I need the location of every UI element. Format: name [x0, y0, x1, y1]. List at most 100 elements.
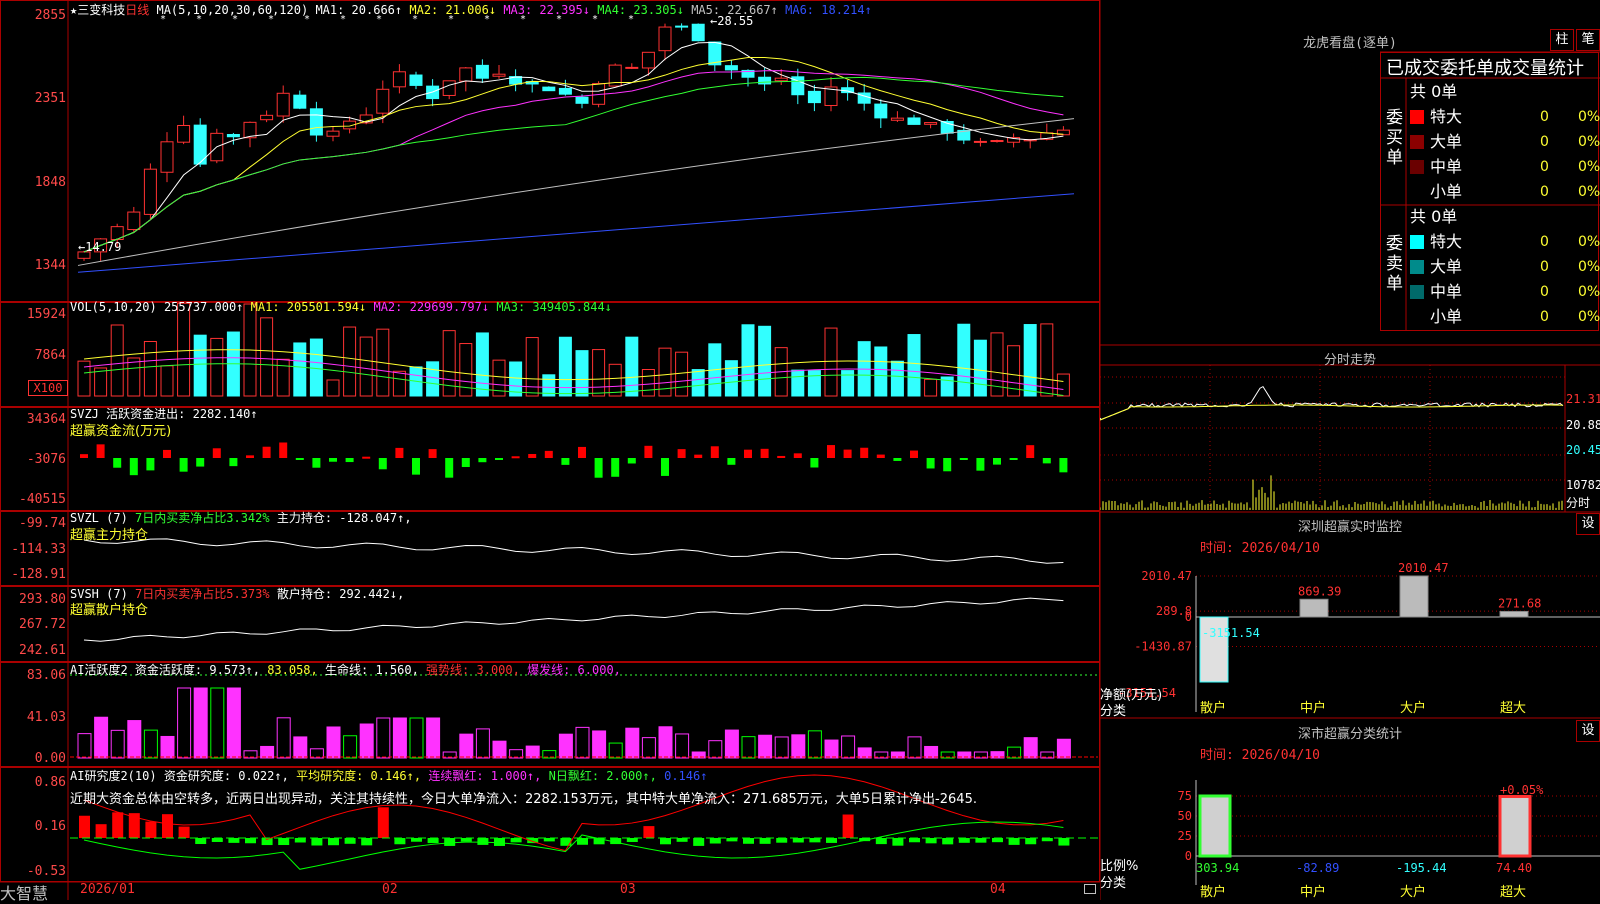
lock-icon[interactable]: [1084, 884, 1096, 894]
sz-stats-title: 深市超赢分类统计: [1297, 727, 1402, 742]
buy-row-3-count: 0: [1540, 184, 1549, 200]
money-flow-bar: [860, 447, 869, 458]
color-swatch-icon: [1410, 310, 1424, 324]
svsh-ratio: 7日内买卖净占比5.373%: [135, 587, 270, 601]
ai-activity-bar: [758, 734, 773, 759]
period-label[interactable]: 日线: [125, 3, 149, 17]
ai-activity-bar: [558, 733, 573, 759]
sz-monitor-label-3: 271.68: [1498, 596, 1541, 610]
intraday-price-line: [1100, 385, 1564, 421]
color-swatch-icon: [1410, 135, 1424, 149]
research-bar: [1008, 838, 1020, 845]
sz-stats-xlabel: 分类: [1100, 876, 1127, 891]
sz-stats-annotation: +0.05%: [1500, 783, 1544, 797]
money-flow-bar: [295, 458, 304, 460]
volume-bar: [741, 324, 755, 397]
candle-body: [691, 23, 705, 42]
candle-body: [625, 66, 639, 69]
ai-activity-bar: [160, 735, 175, 759]
vol-ma2: MA2: 229699.797↓: [373, 300, 490, 314]
candle-body: [309, 108, 323, 136]
research-bar: [162, 814, 173, 838]
research-bar: [1058, 838, 1070, 846]
ma1-value: MA1: 20.666↑: [315, 3, 403, 17]
money-flow-bar: [611, 458, 620, 477]
ai-activity-bar: [592, 730, 607, 759]
volume-bar: [193, 334, 207, 397]
sz-monitor-label-1: 869.39: [1298, 584, 1341, 598]
ai-active-strong: 强势线: 3.000,: [426, 663, 520, 677]
sz-stats-settings-button[interactable]: 设: [1576, 720, 1600, 742]
research-bar: [460, 838, 472, 842]
research-bar: [560, 838, 572, 846]
svzl-subtitle: 超赢主力持仓: [70, 528, 149, 543]
sz-monitor-time: 时间: 2026/04/10: [1200, 541, 1320, 556]
buy-row-1-label: 大单: [1410, 130, 1462, 154]
ai-active-axis-2: 0.00: [34, 751, 66, 766]
buy-side-label: 委买单: [1386, 108, 1403, 168]
money-flow-bar: [710, 446, 719, 458]
candle-body: [708, 41, 722, 66]
intraday-title: 分时走势: [1323, 353, 1376, 368]
volume-bar: [625, 336, 639, 397]
volume-bar: [260, 317, 274, 397]
price-axis-1: 2351: [34, 91, 66, 106]
bar-mode-button[interactable]: 柱: [1550, 29, 1574, 51]
research-bar: [660, 838, 671, 845]
ai-research-nday: N日飘红: 2.000↑,: [548, 769, 657, 783]
money-flow-bar: [677, 449, 686, 458]
sz-monitor-bar-3: [1499, 610, 1529, 618]
ai-activity-bar: [226, 687, 241, 759]
price-axis-2: 1848: [34, 175, 66, 190]
volume-bar: [509, 361, 523, 397]
vol-axis-0: 15924: [26, 307, 66, 322]
svsh-subtitle: 超赢散户持仓: [70, 603, 149, 618]
ai-activity-bar: [343, 735, 358, 759]
ai-activity-bar: [492, 740, 507, 759]
research-bar: [958, 838, 970, 843]
buy-row-1-count: 0: [1540, 134, 1549, 150]
candle-body: [990, 140, 1004, 143]
app-logo[interactable]: 大智慧: [0, 880, 68, 904]
research-bar: [543, 838, 555, 842]
stock-name[interactable]: ★三变科技: [70, 3, 125, 17]
money-flow-bar: [644, 445, 653, 458]
vol-unit-badge[interactable]: X100: [28, 380, 68, 396]
ai-activity-bar: [824, 739, 839, 759]
intraday-avg-line: [1100, 404, 1564, 421]
research-bar: [726, 838, 738, 842]
sz-stats-axis-1: 50: [1178, 809, 1192, 823]
ai-activity-bar: [708, 740, 723, 759]
sz-monitor-bar-2: [1399, 575, 1429, 618]
volume-bar: [907, 334, 921, 397]
volume-bar: [758, 325, 772, 397]
volume-bar: [309, 338, 323, 397]
vol-value: 255737.000↑: [163, 300, 244, 314]
candle-body: [143, 168, 157, 215]
money-flow-bar: [627, 458, 636, 464]
ai-activity-bar: [924, 745, 939, 759]
research-bar: [643, 826, 655, 838]
candle-body: [127, 211, 141, 231]
svzl-axis-1: -114.33: [11, 542, 66, 557]
volume-bar: [641, 369, 655, 397]
research-bar: [1025, 838, 1037, 845]
kline-chart-area[interactable]: * * * * * * * * * * * * * *: [0, 0, 1100, 900]
research-bar: [145, 821, 157, 838]
volume-bar: [426, 361, 440, 397]
sz-monitor-settings-button[interactable]: 设: [1576, 513, 1600, 535]
ma2-value: MA2: 21.006↓: [409, 3, 497, 17]
money-flow-bar: [893, 458, 902, 461]
vol-ma1: MA1: 205501.594↓: [250, 300, 367, 314]
tick-mode-button[interactable]: 笔: [1576, 29, 1600, 51]
sz-stats-cat-2: 大户: [1400, 884, 1426, 900]
money-flow-bar: [246, 455, 254, 458]
money-flow-bar: [113, 458, 122, 468]
sz-stats-axis-3: 0: [1185, 849, 1192, 863]
sell-row-0-label: 特大: [1410, 230, 1462, 254]
ai-activity-bar: [326, 726, 341, 759]
ma-params: MA(5,10,20,30,60,120): [156, 3, 309, 17]
sz-stats-label-0: 303.94: [1196, 861, 1239, 875]
svzl-hold: 主力持仓: -128.047↑,: [276, 511, 412, 525]
candle-body: [177, 124, 191, 143]
